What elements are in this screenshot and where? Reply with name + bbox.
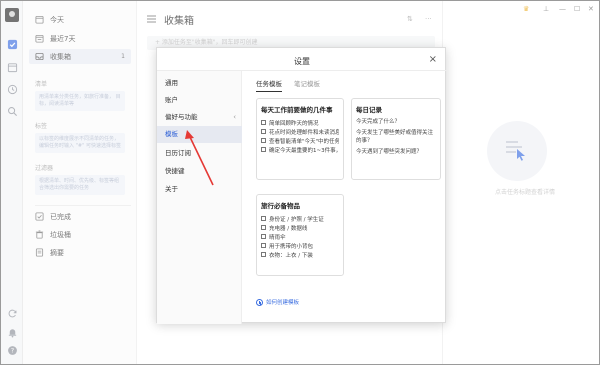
dialog-title: 设置 — [294, 57, 310, 66]
checkbox-icon — [261, 243, 266, 248]
checkbox-icon — [261, 216, 266, 221]
settings-nav-about[interactable]: 关于 — [157, 181, 242, 198]
template-title: 每天工作前要做的几件事 — [261, 106, 333, 114]
app-window: ? 今天 最近7天 收集箱 1 清单 用清单来分类任务，如旅行准备， 目标，阅读… — [0, 0, 600, 365]
template-item: 用于携带的小背包 — [261, 241, 339, 250]
checkbox-icon — [261, 120, 266, 125]
checkbox-icon — [261, 138, 266, 143]
template-item: 查看智能清单"今天"中的任务 — [261, 136, 339, 145]
template-item: 确定今天最重要的1~3件事，标记为高优先级 — [261, 145, 339, 154]
template-card[interactable]: 旅行必备物品 身份证 / 护照 / 学生证 充电器 / 数据线 晴雨伞 用于携带… — [256, 194, 344, 276]
template-tabs: 任务模板 笔记模板 — [256, 78, 320, 92]
template-title: 每日记录 — [356, 106, 382, 114]
how-to-create-template-link[interactable]: 如何创建模板 — [256, 298, 299, 306]
tab-task-templates[interactable]: 任务模板 — [256, 78, 282, 92]
question-circle-icon — [256, 298, 263, 306]
template-item: 简单回顾昨天的情况 — [261, 118, 339, 127]
settings-dialog: 设置 × 通用 账户 偏好与功能 ‹ 模板 日历订阅 快捷键 关于 任务模板 笔… — [156, 47, 447, 324]
template-item: 晴雨伞 — [261, 232, 339, 241]
close-icon[interactable]: × — [429, 54, 437, 65]
template-line: 今天发生了哪些美好或值得关注的事？ — [356, 130, 434, 144]
template-card[interactable]: 每天工作前要做的几件事 简单回顾昨天的情况 花点时间处理邮件和未读消息 查看智能… — [256, 98, 344, 180]
settings-nav-account[interactable]: 账户 — [157, 92, 242, 109]
chevron-left-icon: ‹ — [233, 113, 236, 121]
tab-note-templates[interactable]: 笔记模板 — [294, 78, 320, 92]
how-to-label: 如何创建模板 — [266, 300, 300, 306]
template-card[interactable]: 每日记录 今天完成了什么？ 今天发生了哪些美好或值得关注的事？ 今天遇到了哪些突… — [351, 98, 441, 180]
template-line: 今天遇到了哪些突发问题？ — [356, 149, 423, 155]
checkbox-icon — [261, 252, 266, 257]
template-item: 花点时间处理邮件和未读消息 — [261, 127, 339, 136]
settings-nav-calendar-subscription[interactable]: 日历订阅 — [157, 145, 242, 162]
checkbox-icon — [261, 234, 266, 239]
settings-nav-label: 偏好与功能 — [165, 113, 198, 121]
settings-nav-shortcuts[interactable]: 快捷键 — [157, 163, 242, 180]
template-title: 旅行必备物品 — [261, 202, 300, 210]
template-item: 衣物：上衣 / 下装 — [261, 250, 339, 259]
settings-nav: 通用 账户 偏好与功能 ‹ 模板 日历订阅 快捷键 关于 — [157, 71, 242, 324]
template-item: 身份证 / 护照 / 学生证 — [261, 214, 339, 223]
checkbox-icon — [261, 129, 266, 134]
template-line: 今天完成了什么？ — [356, 119, 401, 125]
settings-nav-preferences[interactable]: 偏好与功能 ‹ — [157, 109, 242, 126]
checkbox-icon — [261, 147, 266, 152]
settings-nav-templates[interactable]: 模板 — [157, 126, 242, 143]
template-item: 充电器 / 数据线 — [261, 223, 339, 232]
settings-nav-general[interactable]: 通用 — [157, 75, 242, 92]
checkbox-icon — [261, 225, 266, 230]
